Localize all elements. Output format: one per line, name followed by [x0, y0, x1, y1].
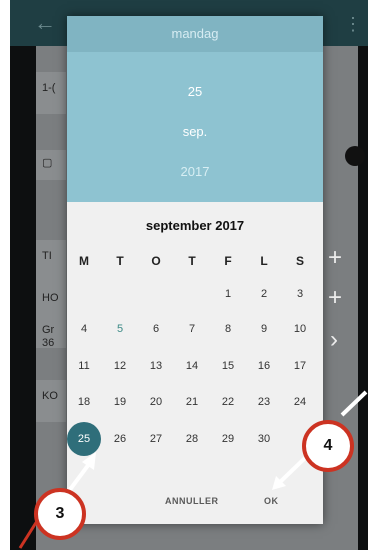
annotation-step-4: 4 — [302, 420, 354, 472]
annotation-step-3: 3 — [34, 488, 86, 540]
annotation-arrow-4 — [276, 456, 307, 486]
annotation-arrow-tail-4 — [340, 390, 368, 417]
